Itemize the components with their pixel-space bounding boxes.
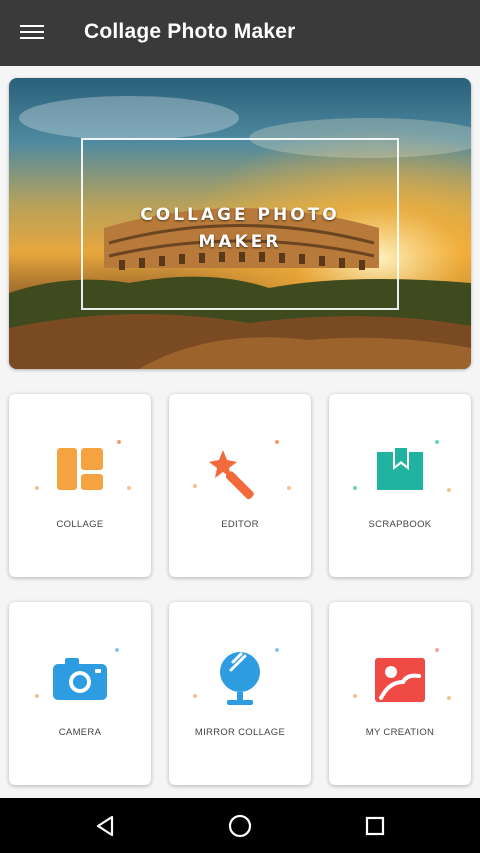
my-creation-tile[interactable]: MY CREATION [329, 602, 471, 785]
scrapbook-label: SCRAPBOOK [368, 519, 432, 530]
back-triangle-icon[interactable] [90, 811, 120, 841]
app-bar: Collage Photo Maker [0, 0, 480, 66]
hamburger-menu-icon[interactable] [20, 25, 44, 41]
app-title: Collage Photo Maker [84, 20, 296, 43]
scrapbook-tile[interactable]: SCRAPBOOK [329, 394, 471, 577]
mirror-collage-tile[interactable]: MIRROR COLLAGE [169, 602, 311, 785]
banner-title: COLLAGE PHOTO MAKER [81, 202, 399, 256]
bookmark-book-icon [377, 448, 423, 490]
mirror-icon [220, 652, 260, 705]
collage-label: COLLAGE [56, 519, 104, 530]
editor-tile[interactable]: EDITOR [169, 394, 311, 577]
home-circle-icon[interactable] [225, 811, 255, 841]
my-creation-label: MY CREATION [365, 727, 435, 738]
collage-tile[interactable]: COLLAGE [9, 394, 151, 577]
recents-square-icon[interactable] [360, 811, 390, 841]
camera-tile[interactable]: CAMERA [9, 602, 151, 785]
system-nav-bar [0, 798, 480, 853]
banner-title-line2: MAKER [198, 232, 282, 252]
camera-label: CAMERA [58, 727, 102, 738]
portrait-photo-icon [375, 658, 425, 702]
main-content: COLLAGE PHOTO MAKER COLLAGE EDITOR SCRAP… [0, 66, 480, 798]
editor-label: EDITOR [221, 519, 259, 530]
colosseum-banner[interactable]: COLLAGE PHOTO MAKER [9, 78, 471, 369]
magic-wand-icon [209, 450, 254, 500]
camera-icon [53, 658, 107, 700]
mirror-collage-label: MIRROR COLLAGE [194, 727, 286, 738]
banner-title-line1: COLLAGE PHOTO [140, 205, 340, 225]
collage-icon [57, 448, 103, 490]
